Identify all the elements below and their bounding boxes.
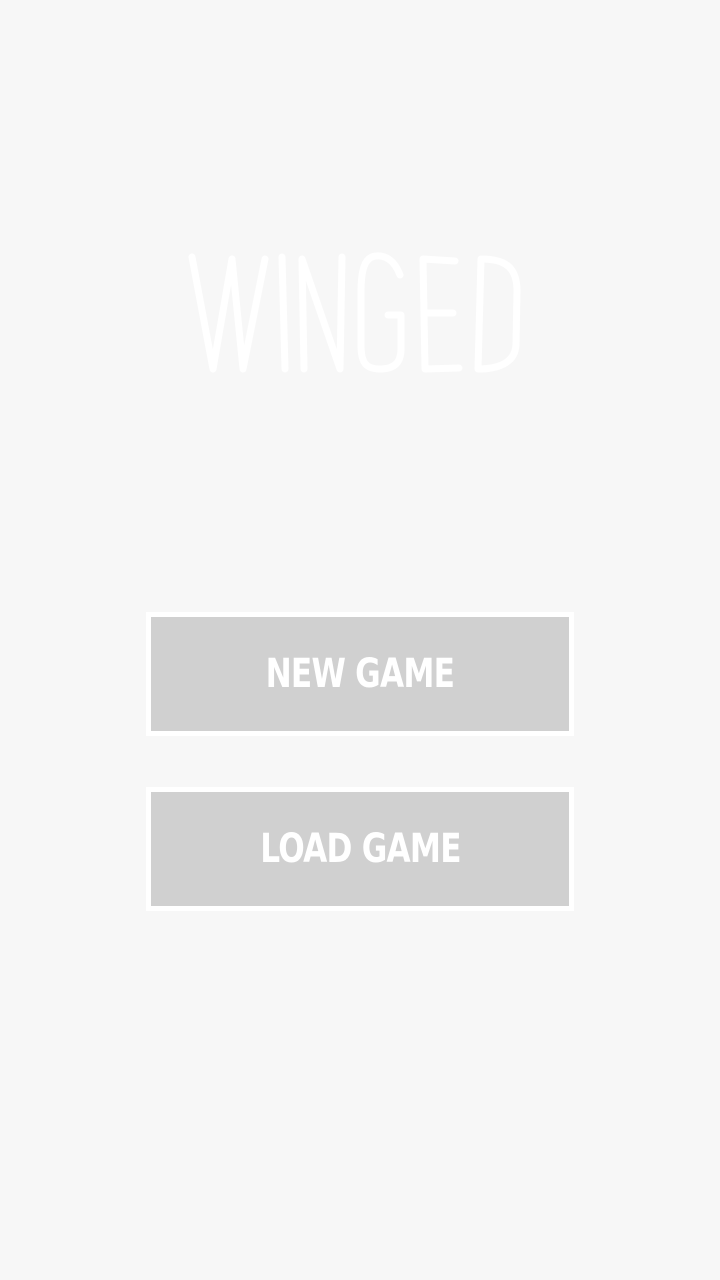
game-logo-wordmark — [188, 252, 521, 373]
title-screen: NEW GAME LOAD GAME — [0, 0, 720, 1280]
game-logo — [180, 245, 530, 385]
load-game-label: LOAD GAME — [259, 826, 461, 872]
new-game-button[interactable]: NEW GAME — [146, 612, 574, 736]
load-game-button[interactable]: LOAD GAME — [146, 787, 574, 911]
new-game-label: NEW GAME — [265, 651, 455, 697]
